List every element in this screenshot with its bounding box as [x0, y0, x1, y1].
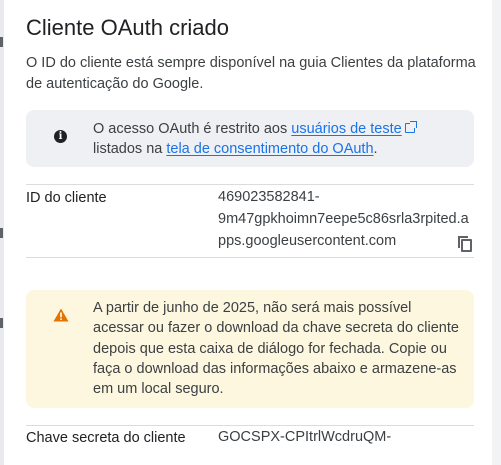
info-banner: i O acesso OAuth é restrito aos usuários…	[26, 110, 474, 167]
info-banner-text: O acesso OAuth é restrito aos usuários d…	[93, 119, 465, 159]
info-icon: i	[54, 130, 67, 143]
copy-icon[interactable]	[458, 236, 472, 252]
oauth-client-created-dialog: Cliente OAuth criado O ID do cliente est…	[4, 0, 492, 465]
client-id-line: 469023582841-	[218, 189, 320, 205]
client-id-label: ID do cliente	[26, 190, 107, 206]
test-users-link[interactable]: usuários de teste	[291, 121, 417, 137]
dialog-title: Cliente OAuth criado	[26, 15, 229, 40]
divider	[26, 257, 474, 258]
client-id-value[interactable]: 469023582841- 9m47gpkhoimn7eepe5c86srla3…	[218, 186, 474, 252]
warning-banner: A partir de junho de 2025, não será mais…	[26, 290, 474, 408]
scrollbar-track[interactable]	[492, 0, 501, 465]
info-text-before: O acesso OAuth é restrito aos	[93, 121, 292, 137]
client-secret-label: Chave secreta do cliente	[26, 430, 186, 446]
client-secret-value[interactable]: GOCSPX-CPItrlWcdruQM-	[218, 426, 474, 448]
warning-text: A partir de junho de 2025, não será mais…	[93, 300, 459, 398]
warning-icon	[53, 308, 69, 322]
client-id-line: pps.googleusercontent.com	[218, 233, 397, 249]
divider	[26, 184, 474, 185]
background-glyph	[0, 37, 3, 47]
dialog-description: O ID do cliente está sempre disponível n…	[26, 55, 476, 92]
consent-screen-link[interactable]: tela de consentimento do OAuth	[166, 141, 373, 157]
open-in-new-icon	[404, 121, 417, 133]
background-glyph	[0, 318, 3, 328]
info-text-after: .	[373, 141, 378, 157]
test-users-link-label: usuários de teste	[291, 121, 402, 137]
client-id-line: 9m47gpkhoimn7eepe5c86srla3rpited.a	[218, 211, 469, 227]
info-text-middle: listados na	[93, 141, 167, 157]
background-glyph	[0, 228, 3, 238]
